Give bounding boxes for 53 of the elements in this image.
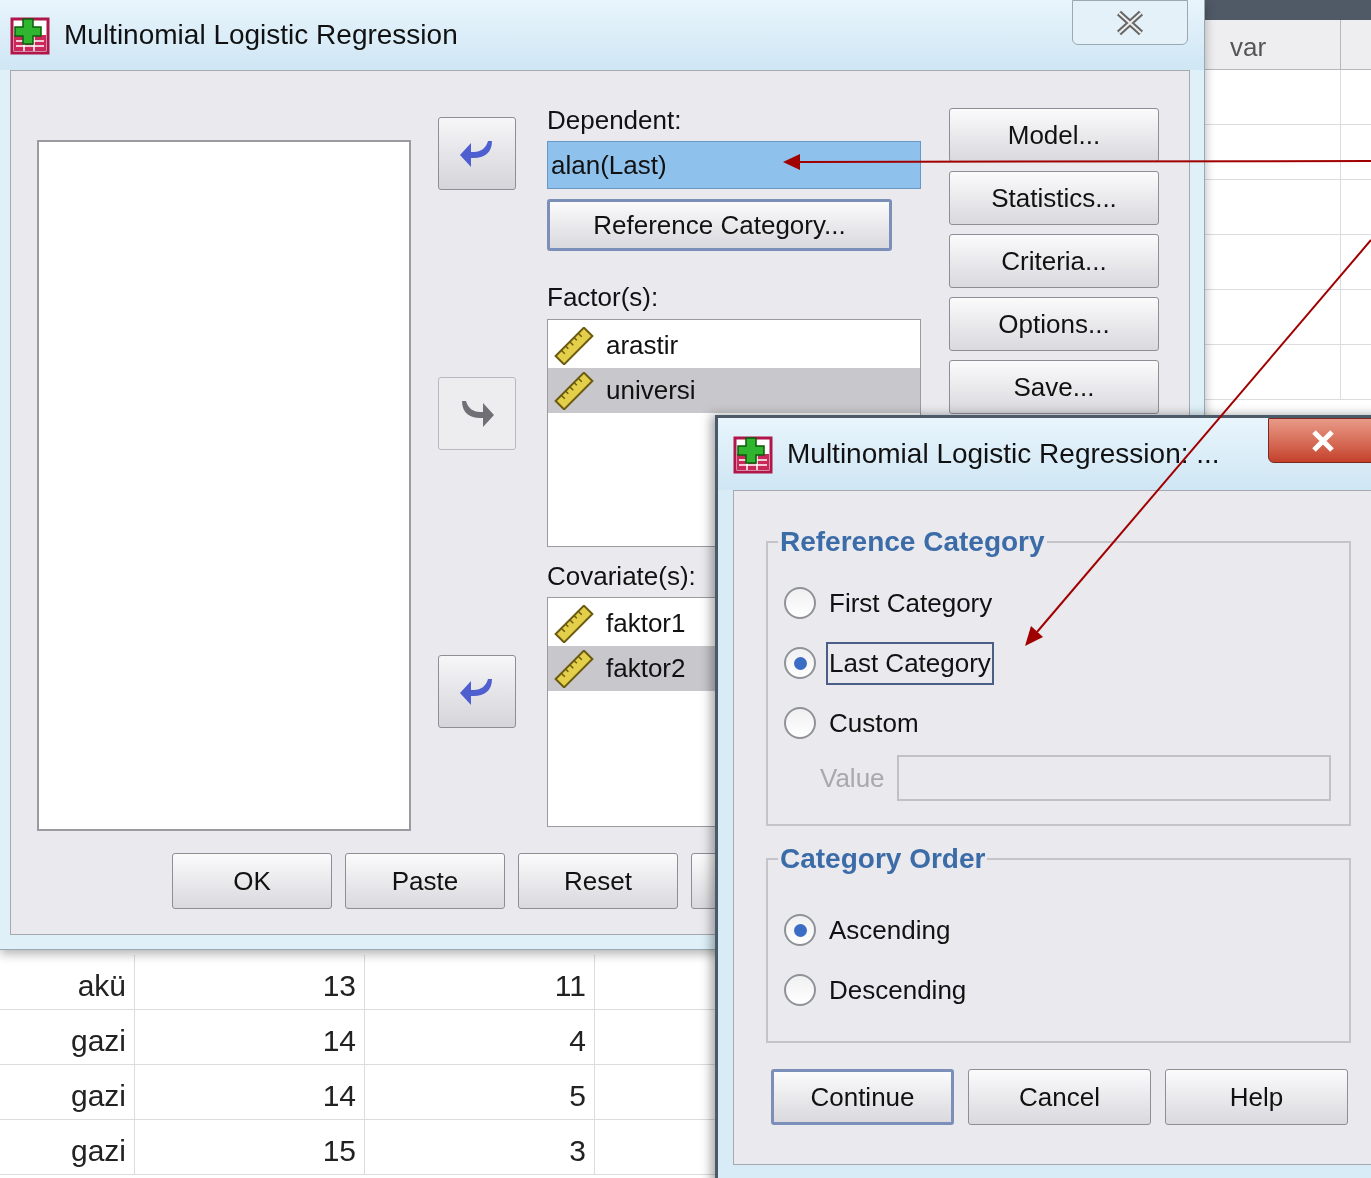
dialog-button[interactable]: Cancel — [968, 1069, 1151, 1125]
group-title: Category Order — [779, 842, 987, 876]
radio-button[interactable] — [784, 647, 816, 679]
radio-label: Last Category — [826, 641, 994, 685]
table-cell: gazi — [0, 1065, 135, 1119]
dialog-button[interactable]: Paste — [345, 853, 505, 909]
table-cell: 5 — [365, 1065, 595, 1119]
table-cell: 3 — [365, 1120, 595, 1174]
table-cell: gazi — [0, 1010, 135, 1064]
move-button[interactable] — [438, 117, 516, 190]
window-title: Multinomial Logistic Regression — [64, 18, 458, 52]
radio-label: Descending — [828, 973, 968, 1007]
table-cell: gazi — [0, 1120, 135, 1174]
dialog-button[interactable]: Model... — [949, 108, 1159, 162]
dependent-field[interactable]: alan(Last) — [547, 141, 921, 189]
radio-label: Ascending — [828, 913, 952, 947]
close-icon — [1310, 428, 1336, 453]
table-cell: 11 — [365, 955, 595, 1009]
table-cell: 14 — [135, 1065, 365, 1119]
table-cell: 15 — [135, 1120, 365, 1174]
table-cell: 14 — [135, 1010, 365, 1064]
variable-item[interactable]: universi — [548, 368, 920, 413]
radio-button[interactable] — [784, 974, 816, 1006]
radio-label: First Category — [828, 586, 994, 620]
table-cell: akü — [0, 955, 135, 1009]
close-button[interactable] — [1072, 0, 1188, 45]
close-icon — [1115, 9, 1145, 36]
dialog-button[interactable]: Statistics... — [949, 171, 1159, 225]
dialog-button[interactable]: OK — [172, 853, 332, 909]
table-cell: 4 — [365, 1010, 595, 1064]
dialog-button[interactable]: Save... — [949, 360, 1159, 414]
dialog-button[interactable]: Help — [1165, 1069, 1348, 1125]
table-cell: 13 — [135, 955, 365, 1009]
radio-label: Custom — [828, 706, 920, 740]
window-title: Multinomial Logistic Regression: ... — [787, 437, 1220, 471]
app-icon — [10, 15, 50, 55]
field-label: Factor(s): — [547, 281, 660, 313]
radio-button[interactable] — [784, 914, 816, 946]
dialog-button[interactable]: Criteria... — [949, 234, 1159, 288]
field-label: Value — [820, 761, 885, 795]
move-button[interactable] — [438, 655, 516, 728]
close-button[interactable] — [1268, 418, 1371, 463]
dialog-button[interactable]: Options... — [949, 297, 1159, 351]
dialog-button[interactable]: Reset — [518, 853, 678, 909]
field-label: Dependent: — [547, 105, 683, 135]
field-label: Covariate(s): — [547, 560, 697, 592]
radio-button[interactable] — [784, 707, 816, 739]
reference-category-button[interactable]: Reference Category... — [547, 199, 892, 251]
dialog-button[interactable]: Continue — [771, 1069, 954, 1125]
group-title: Reference Category — [779, 525, 1046, 559]
app-icon — [733, 434, 773, 474]
value-field[interactable] — [896, 755, 1331, 801]
radio-button[interactable] — [784, 587, 816, 619]
